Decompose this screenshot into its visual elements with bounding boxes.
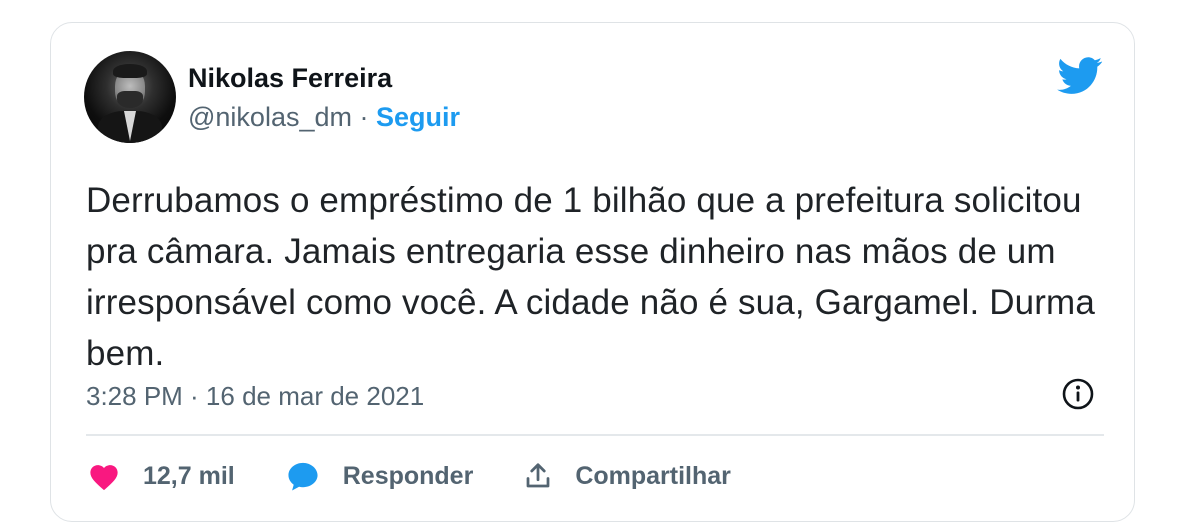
likes-count: 12,7 mil <box>143 461 235 490</box>
share-icon <box>526 463 550 488</box>
handle-line: @nikolas_dm · Seguir <box>188 102 460 133</box>
tweet-card: Nikolas Ferreira @nikolas_dm · Seguir De… <box>50 22 1135 522</box>
twitter-bird-icon[interactable] <box>1057 57 1103 95</box>
info-icon[interactable] <box>1061 377 1095 411</box>
handle-separator: · <box>351 102 376 132</box>
follow-button[interactable]: Seguir <box>376 102 460 132</box>
heart-icon <box>90 465 118 491</box>
share-label: Compartilhar <box>575 461 731 490</box>
author-handle[interactable]: @nikolas_dm <box>188 102 352 132</box>
reply-label: Responder <box>342 461 474 490</box>
avatar[interactable] <box>84 51 176 143</box>
share-button[interactable]: Compartilhar <box>523 461 731 491</box>
avatar-beard-shape <box>117 91 143 108</box>
like-button[interactable]: 12,7 mil <box>87 461 235 491</box>
tweet-timestamp[interactable]: 3:28 PM · 16 de mar de 2021 <box>86 381 424 412</box>
reply-button[interactable]: Responder <box>285 460 474 492</box>
divider <box>86 434 1104 436</box>
avatar-hair-shape <box>113 64 147 78</box>
reply-bubble-icon <box>288 462 318 491</box>
action-bar: 12,7 mil Responder Compartilhar <box>87 456 781 496</box>
tweet-text: Derrubamos o empréstimo de 1 bilhão que … <box>86 181 1095 373</box>
author-name[interactable]: Nikolas Ferreira <box>188 63 392 94</box>
